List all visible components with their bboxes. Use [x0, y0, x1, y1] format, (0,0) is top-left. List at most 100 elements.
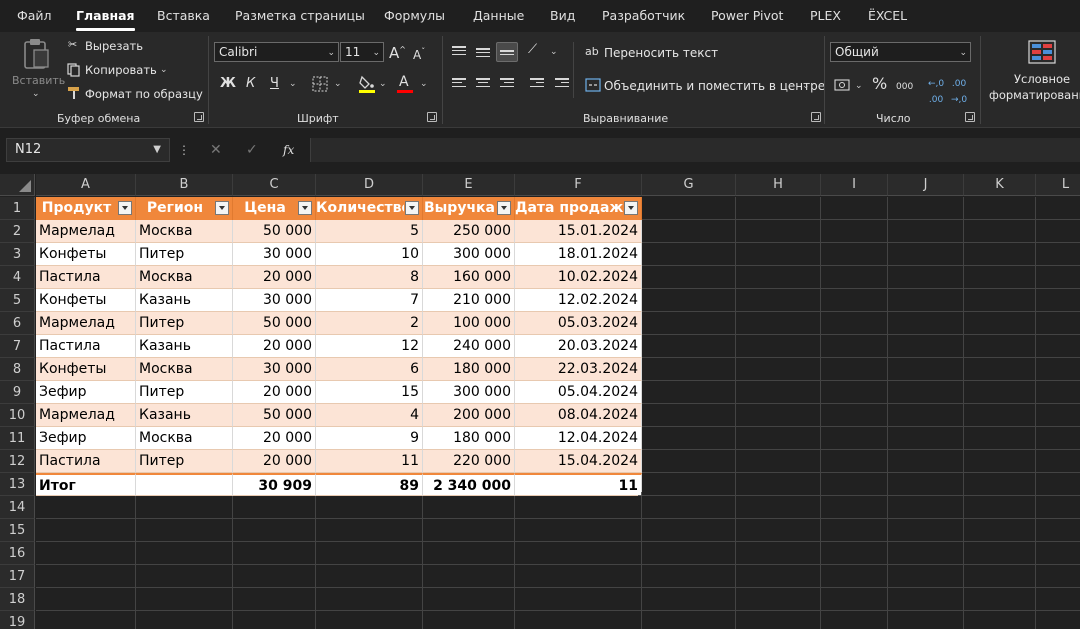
- grid-cell[interactable]: [642, 243, 736, 266]
- table-cell[interactable]: 4: [316, 404, 423, 427]
- decrease-decimal-icon[interactable]: .00 →,0: [951, 76, 967, 108]
- table-cell[interactable]: 20 000: [233, 450, 316, 473]
- grid-cell[interactable]: [964, 473, 1036, 496]
- table-cell[interactable]: Мармелад: [36, 312, 136, 335]
- table-cell[interactable]: 180 000: [423, 427, 515, 450]
- row-header-9[interactable]: 9: [0, 381, 35, 404]
- grid-cell[interactable]: [1036, 358, 1080, 381]
- table-cell[interactable]: 10: [316, 243, 423, 266]
- format-painter-button[interactable]: Формат по образцу: [85, 87, 203, 101]
- filter-dropdown-icon[interactable]: [215, 201, 229, 215]
- grid-cell[interactable]: [736, 266, 821, 289]
- table-cell[interactable]: Казань: [136, 289, 233, 312]
- grid-cell[interactable]: [36, 519, 136, 542]
- cut-button[interactable]: Вырезать: [85, 39, 143, 53]
- table-cell[interactable]: 18.01.2024: [515, 243, 642, 266]
- table-cell[interactable]: 05.04.2024: [515, 381, 642, 404]
- grid-cell[interactable]: [888, 243, 964, 266]
- grid-cell[interactable]: [736, 243, 821, 266]
- table-cell[interactable]: 10.02.2024: [515, 266, 642, 289]
- grid-cell[interactable]: [233, 565, 316, 588]
- grid-cell[interactable]: [964, 542, 1036, 565]
- grid-cell[interactable]: [888, 289, 964, 312]
- grid-cell[interactable]: [1036, 381, 1080, 404]
- grid-cell[interactable]: [1036, 611, 1080, 629]
- grid-cell[interactable]: [964, 588, 1036, 611]
- grid-cell[interactable]: [888, 473, 964, 496]
- grid-cell[interactable]: [515, 565, 642, 588]
- table-cell[interactable]: 12.02.2024: [515, 289, 642, 312]
- grid-cell[interactable]: [233, 496, 316, 519]
- alignment-launcher-icon[interactable]: [811, 112, 821, 122]
- grid-cell[interactable]: [642, 358, 736, 381]
- chevron-down-icon[interactable]: ⌄: [802, 81, 810, 91]
- grid-cell[interactable]: [888, 266, 964, 289]
- table-cell[interactable]: 300 000: [423, 243, 515, 266]
- grid-cell[interactable]: [642, 197, 736, 220]
- table-header-cell[interactable]: Количество: [316, 197, 423, 220]
- grid-cell[interactable]: [1036, 312, 1080, 335]
- grid-cell[interactable]: [736, 496, 821, 519]
- grid-cell[interactable]: [964, 335, 1036, 358]
- grid-cell[interactable]: [136, 611, 233, 629]
- grid-cell[interactable]: [423, 565, 515, 588]
- table-header-cell[interactable]: Цена: [233, 197, 316, 220]
- grid-cell[interactable]: [888, 588, 964, 611]
- table-cell[interactable]: Зефир: [36, 381, 136, 404]
- grid-cell[interactable]: [36, 588, 136, 611]
- clipboard-launcher-icon[interactable]: [194, 112, 204, 122]
- table-header-cell[interactable]: Дата продажи: [515, 197, 642, 220]
- grid-cell[interactable]: [736, 197, 821, 220]
- grid-cell[interactable]: [1036, 450, 1080, 473]
- thousands-separator-button[interactable]: 000: [896, 79, 913, 95]
- grid-cell[interactable]: [821, 611, 888, 629]
- table-cell[interactable]: 100 000: [423, 312, 515, 335]
- table-cell[interactable]: 50 000: [233, 312, 316, 335]
- table-cell[interactable]: 12: [316, 335, 423, 358]
- grid-cell[interactable]: [888, 542, 964, 565]
- table-cell[interactable]: 250 000: [423, 220, 515, 243]
- table-cell[interactable]: 300 000: [423, 381, 515, 404]
- grid-cell[interactable]: [821, 588, 888, 611]
- grid-cell[interactable]: [964, 496, 1036, 519]
- chevron-down-icon[interactable]: ⌄: [379, 79, 387, 89]
- grid-cell[interactable]: [964, 266, 1036, 289]
- row-header-5[interactable]: 5: [0, 289, 35, 312]
- tab-data[interactable]: Данные: [473, 8, 524, 23]
- table-cell[interactable]: 12.04.2024: [515, 427, 642, 450]
- decrease-indent-icon[interactable]: [530, 78, 544, 90]
- accounting-format-icon[interactable]: [834, 79, 850, 93]
- filter-dropdown-icon[interactable]: [405, 201, 419, 215]
- grid-cell[interactable]: [821, 496, 888, 519]
- grid-cell[interactable]: [821, 358, 888, 381]
- grid-cell[interactable]: [233, 611, 316, 629]
- grid-cell[interactable]: [642, 266, 736, 289]
- grid-cell[interactable]: [1036, 220, 1080, 243]
- grid-cell[interactable]: [515, 611, 642, 629]
- table-resize-handle[interactable]: [638, 492, 642, 496]
- grid-cell[interactable]: [316, 565, 423, 588]
- table-cell[interactable]: Питер: [136, 381, 233, 404]
- row-header-4[interactable]: 4: [0, 266, 35, 289]
- table-cell[interactable]: Конфеты: [36, 289, 136, 312]
- grid-cell[interactable]: [964, 289, 1036, 312]
- number-format-select[interactable]: Общий ⌄: [830, 42, 971, 62]
- grid-cell[interactable]: [515, 519, 642, 542]
- tab-excel-addin[interactable]: ЁXCEL: [868, 8, 907, 23]
- grid-cell[interactable]: [964, 358, 1036, 381]
- table-cell[interactable]: 20 000: [233, 381, 316, 404]
- grid-cell[interactable]: [964, 404, 1036, 427]
- table-cell[interactable]: Казань: [136, 404, 233, 427]
- column-header-k[interactable]: K: [964, 174, 1036, 196]
- grid-cell[interactable]: [821, 312, 888, 335]
- merge-center-button[interactable]: Объединить и поместить в центре: [604, 79, 825, 93]
- grid-cell[interactable]: [888, 450, 964, 473]
- table-cell[interactable]: 9: [316, 427, 423, 450]
- grid-cell[interactable]: [316, 542, 423, 565]
- grid-cell[interactable]: [1036, 289, 1080, 312]
- grid-cell[interactable]: [233, 588, 316, 611]
- chevron-down-icon[interactable]: ⌄: [334, 79, 342, 89]
- row-header-8[interactable]: 8: [0, 358, 35, 381]
- grid-cell[interactable]: [642, 220, 736, 243]
- grid-cell[interactable]: [888, 565, 964, 588]
